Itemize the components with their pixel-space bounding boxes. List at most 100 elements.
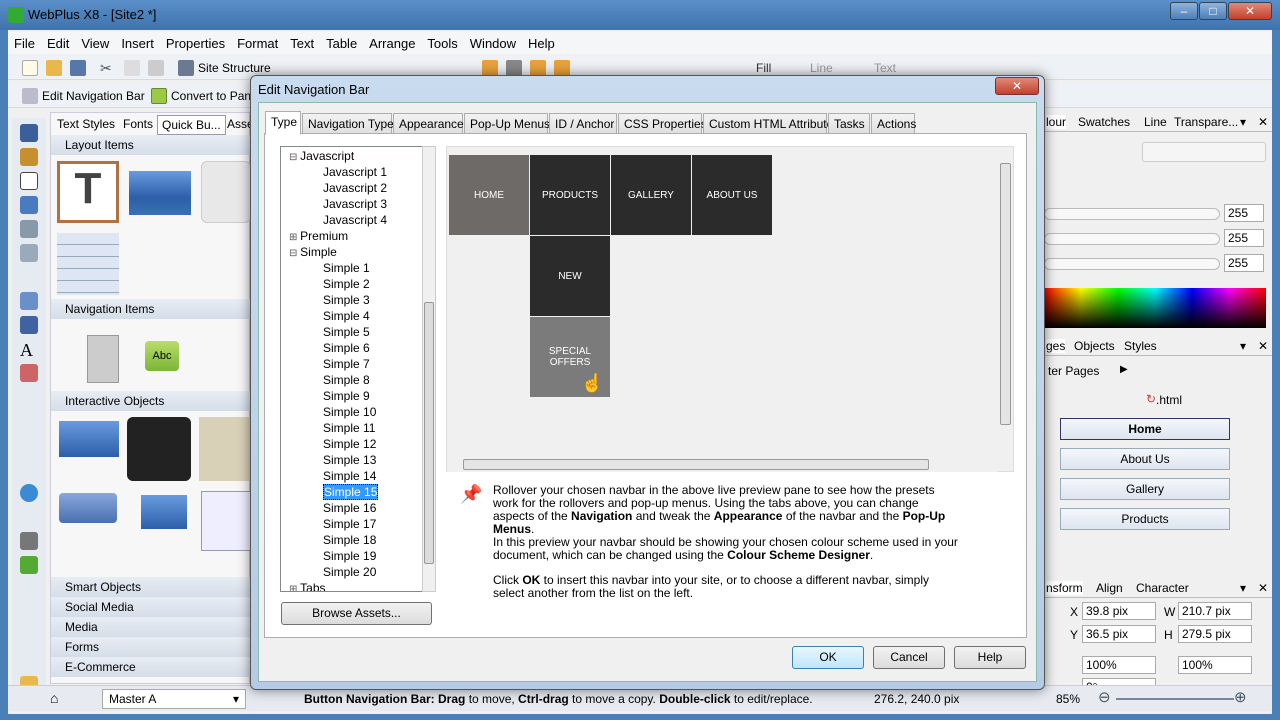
copy-icon[interactable] [124,60,140,76]
tree-scrollbar[interactable] [422,146,436,592]
colour-spectrum[interactable] [1044,288,1266,328]
rotate-tool-icon[interactable] [20,148,38,166]
width-field[interactable]: 210.7 pix [1178,602,1252,620]
tree-node[interactable]: Simple 18 [323,533,376,547]
panel-close-icon[interactable]: ✕ [1258,581,1268,595]
menu-file[interactable]: File [8,32,41,55]
fill-tool-icon[interactable] [20,364,38,382]
x-field[interactable]: 39.8 pix [1082,602,1156,620]
menu-arrange[interactable]: Arrange [363,32,421,55]
menu-text[interactable]: Text [284,32,320,55]
tab-actions[interactable]: Actions [871,113,916,134]
tree-node[interactable]: Simple 2 [323,277,370,291]
red-slider[interactable] [1044,208,1220,220]
shape-tool-icon[interactable] [20,292,38,310]
edit-navigation-bar-button[interactable]: Edit Navigation Bar [42,89,145,103]
picture-item-icon[interactable] [129,171,191,215]
dialog-close-button[interactable]: ✕ [995,77,1039,95]
section-navigation-items[interactable]: Navigation Items [51,299,251,319]
tree-node[interactable]: Simple 13 [323,453,376,467]
section-social-media[interactable]: Social Media [51,597,251,617]
panel-menu-icon[interactable]: ▾ [1240,581,1246,595]
close-button[interactable]: ✕ [1228,2,1272,20]
site-structure-button[interactable]: Site Structure [198,61,271,75]
tree-node[interactable]: Javascript 3 [323,197,387,211]
section-layout-items[interactable]: Layout Items [51,135,251,155]
blue-value[interactable]: 255 [1224,254,1264,272]
tab-swatches[interactable]: Swatches [1078,115,1130,129]
page-gallery[interactable]: Gallery [1060,478,1230,500]
zoom-in-icon[interactable]: ⊕ [1234,688,1247,706]
text-frame-tool-icon[interactable] [20,172,38,190]
expand-icon[interactable]: ⊞ [289,232,300,243]
y-field[interactable]: 36.5 pix [1082,625,1156,643]
page-products[interactable]: Products [1060,508,1230,530]
convert-to-panel-button[interactable]: Convert to Pan [171,89,251,103]
line-button[interactable]: Line [810,61,833,75]
tab-styles[interactable]: Styles [1124,339,1157,353]
tree-node[interactable]: Simple 10 [323,405,376,419]
tree-node[interactable]: Simple 14 [323,469,376,483]
open-icon[interactable] [46,60,62,76]
menu-insert[interactable]: Insert [115,32,160,55]
panel-close-icon[interactable]: ✕ [1258,339,1268,353]
tree-node[interactable]: Javascript 4 [323,213,387,227]
tab-objects[interactable]: Objects [1074,339,1115,353]
gallery-item-icon[interactable] [127,417,191,481]
collapse-icon[interactable]: ⊟ [289,248,300,259]
cut-icon[interactable]: ✂ [100,60,116,76]
navbar-preset-tree[interactable]: ⊟ Javascript Javascript 1 Javascript 2 Java… [280,146,435,592]
text-frame-item-icon[interactable]: T [57,161,119,223]
expand-arrow-icon[interactable]: ▶ [1120,364,1128,375]
tab-transform[interactable]: nsform [1046,581,1083,595]
new-icon[interactable] [22,60,38,76]
tab-navigation-type[interactable]: Navigation Type [302,113,394,134]
arrange-icon[interactable] [482,60,498,76]
tree-node[interactable]: ⊞ Premium [289,229,348,243]
tab-css-properties[interactable]: CSS Properties [618,113,707,134]
colour-model-select[interactable] [1142,142,1266,162]
scale-x-field[interactable]: 100% [1082,656,1156,674]
tree-node[interactable]: Simple 19 [323,549,376,563]
artistic-text-icon[interactable]: A [20,340,38,360]
nav-submenu-new[interactable]: NEW [530,236,610,316]
tab-pop-up-menus[interactable]: Pop-Up Menus [464,113,550,134]
tab-quick-builder[interactable]: Quick Bu... [157,115,226,135]
zoom-out-icon[interactable]: ⊖ [1098,688,1111,706]
menu-format[interactable]: Format [231,32,284,55]
panel-item-icon[interactable] [201,491,251,551]
green-value[interactable]: 255 [1224,229,1264,247]
tree-node[interactable]: Simple 9 [323,389,370,403]
navbar-live-preview[interactable]: HOME PRODUCTS GALLERY ABOUT US NEW SPECI… [446,146,1014,472]
panel-menu-icon[interactable]: ▾ [1240,115,1246,129]
panel-menu-icon[interactable]: ▾ [1240,339,1246,353]
picture-tool-icon[interactable] [20,196,38,214]
section-smart-objects[interactable]: Smart Objects [51,577,251,597]
menu-tools[interactable]: Tools [421,32,463,55]
menu-help[interactable]: Help [522,32,561,55]
nav-button-gallery[interactable]: GALLERY [611,155,691,235]
tree-scroll-thumb[interactable] [424,302,434,564]
tree-node[interactable]: Simple 7 [323,357,370,371]
gear-icon[interactable] [20,532,38,550]
tab-pages[interactable]: ges [1046,339,1066,353]
tree-node[interactable]: ⊟ Javascript [289,149,354,163]
tab-custom-html-attributes[interactable]: Custom HTML Attributes [703,113,839,134]
menu-window[interactable]: Window [464,32,522,55]
tree-node[interactable]: Simple 11 [323,421,375,435]
tree-node[interactable]: Simple 5 [323,325,370,339]
cancel-button[interactable]: Cancel [873,646,945,669]
pencil-tool-icon[interactable] [20,316,38,334]
tab-type[interactable]: Type [265,111,301,135]
tree-node[interactable]: Javascript 2 [323,181,387,195]
collapse-icon[interactable]: ⊟ [289,152,300,163]
page-home[interactable]: Home [1060,418,1230,440]
tree-node[interactable]: Simple 12 [323,437,376,451]
browse-assets-button[interactable]: Browse Assets... [281,602,432,625]
lightbox-item-icon[interactable] [59,493,117,523]
tree-node[interactable]: ⊞ Tabs [289,581,326,591]
home-icon[interactable]: ⌂ [50,690,58,706]
ok-button[interactable]: OK [792,646,864,669]
tree-node[interactable]: ⊟ Simple [289,245,337,259]
hyperlink-tool-icon[interactable] [20,484,38,502]
